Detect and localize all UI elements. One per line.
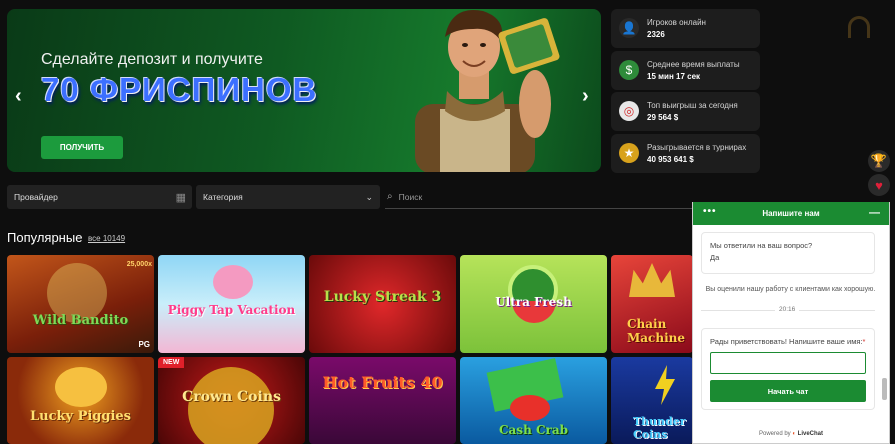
game-tile[interactable]: NEW Crown Coins xyxy=(158,357,305,444)
powered-label: Powered by xyxy=(759,431,791,437)
name-prompt: Рады приветствовать! Напишите ваше имя: xyxy=(710,337,863,346)
game-title: Ultra Fresh xyxy=(495,295,572,309)
start-chat-button[interactable]: Начать чат xyxy=(710,380,866,402)
game-title: Crown Coins xyxy=(182,389,281,405)
required-mark: * xyxy=(862,337,866,346)
search-placeholder: Поиск xyxy=(398,191,423,202)
livechat-logo-icon: ◐ xyxy=(792,431,796,437)
stat-value: 29 564 $ xyxy=(647,113,679,122)
game-tile[interactable]: Piggy Tap Vacation xyxy=(158,255,305,353)
name-input[interactable] xyxy=(710,352,866,374)
chevron-down-icon: ⌄ xyxy=(365,191,373,202)
stat-label: Среднее время выплаты xyxy=(647,59,740,69)
game-title: Hot Fruits 40 xyxy=(322,373,443,392)
rating-message: Вы оценили нашу работу с клиентами как х… xyxy=(705,286,876,293)
stat-card: $ Среднее время выплаты 15 мин 17 сек xyxy=(611,50,760,90)
max-win-label: 25,000x xyxy=(126,261,152,268)
game-tile[interactable]: Thunder Coins xyxy=(611,357,693,444)
stat-label: Разыгрывается в турнирах xyxy=(647,142,747,152)
provider-label: Провайдер xyxy=(14,192,58,202)
stat-value: 2326 xyxy=(647,30,665,39)
chat-header-title: Напишите нам xyxy=(762,209,820,218)
game-tile[interactable]: Chain Machine xyxy=(611,255,693,353)
medal-icon: ★ xyxy=(619,142,639,163)
game-title: Piggy Tap Vacation xyxy=(167,303,296,317)
stat-card: ★ Разыгрывается в турнирах 40 953 641 $ xyxy=(611,133,760,173)
chat-scrollbar[interactable] xyxy=(882,378,887,400)
category-select[interactable]: Категория ⌄ xyxy=(196,185,380,209)
banner-prev-arrow[interactable]: ‹ xyxy=(15,85,22,108)
stat-value: 15 мин 17 сек xyxy=(647,71,701,81)
livechat-widget[interactable]: ••• Напишите нам — Мы ответили на ваш во… xyxy=(692,202,890,444)
stat-value: 40 953 641 $ xyxy=(647,154,694,164)
question-text: Мы ответили на ваш вопрос? xyxy=(710,241,813,250)
game-tile[interactable]: 25,000x Wild Bandito PG xyxy=(7,255,154,353)
chat-header[interactable]: ••• Напишите нам — xyxy=(693,202,889,225)
game-title: Lucky Piggies xyxy=(29,409,132,424)
question-bubble: Мы ответили на ваш вопрос? Да xyxy=(701,232,875,274)
banner-subtitle: Сделайте депозит и получите xyxy=(41,51,263,68)
game-tile[interactable]: Hot Fruits 40 xyxy=(309,357,456,444)
grid-icon: ▦ xyxy=(175,191,186,204)
category-label: Категория xyxy=(203,192,243,202)
livechat-brand: LiveChat xyxy=(797,431,823,437)
game-title: Wild Bandito xyxy=(32,313,129,328)
stats-panel: 👤 Игроков онлайн 2326 $ Среднее время выплат… xyxy=(611,9,760,175)
stat-label: Топ выигрыш за сегодня xyxy=(647,101,738,110)
chat-timestamp: 20:16 xyxy=(775,306,800,313)
minimize-icon[interactable]: — xyxy=(869,207,880,219)
new-badge: NEW xyxy=(158,357,185,368)
hero-character-image xyxy=(415,10,560,172)
prechat-form: Рады приветствовать! Напишите ваше имя:*… xyxy=(701,328,875,410)
game-tile[interactable]: Lucky Piggies xyxy=(7,357,154,444)
promo-banner[interactable]: ‹ Сделайте депозит и получите 70 ФРИСПИН… xyxy=(7,9,601,172)
all-games-link[interactable]: все 10149 xyxy=(88,234,125,243)
money-bag-icon: $ xyxy=(619,59,639,80)
heart-icon[interactable]: ♥ xyxy=(868,174,890,196)
trophy-icon[interactable]: 🏆 xyxy=(868,150,890,172)
banner-next-arrow[interactable]: › xyxy=(582,85,589,108)
stat-label: Игроков онлайн xyxy=(647,18,706,27)
game-title: Cash Crab xyxy=(498,423,569,437)
game-title: Lucky Streak 3 xyxy=(323,289,442,305)
horseshoe-decoration xyxy=(848,16,870,38)
game-title: Chain Machine xyxy=(627,317,686,345)
user-icon: 👤 xyxy=(619,18,639,38)
stat-card: ◎ Топ выигрыш за сегодня 29 564 $ xyxy=(611,92,760,131)
banner-headline: 70 ФРИСПИНОВ xyxy=(41,71,318,108)
game-tile[interactable]: Cash Crab xyxy=(460,357,607,444)
provider-badge: PG xyxy=(138,340,150,349)
answer-text: Да xyxy=(710,253,720,262)
more-options-icon[interactable]: ••• xyxy=(703,206,717,217)
section-title: Популярные xyxy=(7,230,83,245)
game-tile[interactable]: Lucky Streak 3 xyxy=(309,255,456,353)
game-title: Thunder Coins xyxy=(633,415,686,441)
stat-card: 👤 Игроков онлайн 2326 xyxy=(611,9,760,48)
target-icon: ◎ xyxy=(619,101,639,121)
provider-select[interactable]: Провайдер ▦ xyxy=(7,185,192,209)
powered-by: Powered by ◐ LiveChat xyxy=(693,431,889,437)
get-bonus-button[interactable]: ПОЛУЧИТЬ xyxy=(41,136,123,159)
search-icon: ⌕ xyxy=(387,191,393,202)
game-tile[interactable]: Ultra Fresh xyxy=(460,255,607,353)
search-input[interactable]: ⌕ Поиск xyxy=(385,185,698,209)
